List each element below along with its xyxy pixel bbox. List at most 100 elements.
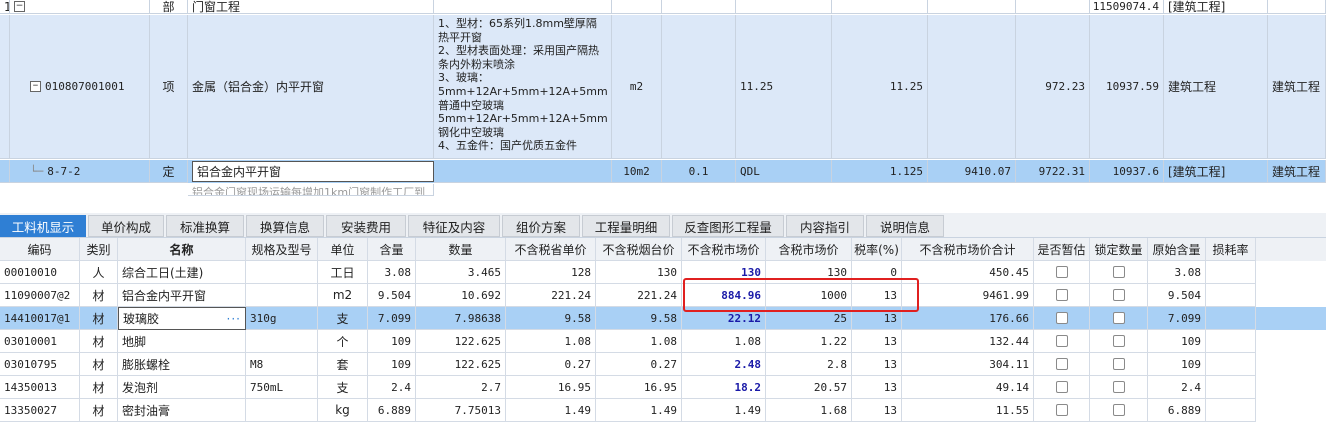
bill-row-partial[interactable]: 铝合金门窗现场运输每增加1km门窗制作工厂到: [0, 184, 1326, 196]
cell-mkt-price[interactable]: 1.49: [682, 399, 766, 422]
cell-qty[interactable]: 7.75013: [416, 399, 506, 422]
ellipsis-icon[interactable]: ···: [227, 312, 241, 326]
cell-content[interactable]: 9.504: [368, 284, 416, 307]
cell-content[interactable]: 109: [368, 353, 416, 376]
bill-row-section[interactable]: 1 − 部 门窗工程 11509074.4 [建筑工程]: [0, 0, 1326, 14]
cell-rate[interactable]: 0: [852, 261, 902, 284]
cell-yt-price[interactable]: 9.58: [596, 307, 682, 330]
tab-quantity-detail[interactable]: 工程量明细: [582, 215, 670, 237]
cell-total[interactable]: 11.55: [902, 399, 1034, 422]
cell-loss[interactable]: [1206, 330, 1256, 353]
cell-yt-price[interactable]: 16.95: [596, 376, 682, 399]
minus-box-icon[interactable]: −: [30, 81, 41, 92]
cell-prov-price[interactable]: 128: [506, 261, 596, 284]
table-row[interactable]: 11090007@2 材 铝合金内平开窗 m2 9.504 10.692 221.24 221…: [0, 284, 1326, 307]
tab-pricing-scheme[interactable]: 组价方案: [502, 215, 580, 237]
cell-type[interactable]: 材: [80, 307, 118, 330]
header-yt-price[interactable]: 不含税烟台价: [596, 238, 682, 261]
cell-mkt-price[interactable]: 884.96: [682, 284, 766, 307]
cell-type[interactable]: 材: [80, 353, 118, 376]
lock-qty-checkbox[interactable]: [1112, 358, 1125, 370]
cell-orig[interactable]: 2.4: [1148, 376, 1206, 399]
header-prov-price[interactable]: 不含税省单价: [506, 238, 596, 261]
cell-type[interactable]: 人: [80, 261, 118, 284]
tab-graphic-quantity-lookup[interactable]: 反查图形工程量: [672, 215, 784, 237]
cell-type[interactable]: 材: [80, 399, 118, 422]
bill-row-quota[interactable]: └─ 8-7-2 定 铝合金内平开窗 10m2 0.1 QDL 1.125 94…: [0, 160, 1326, 183]
cell-prov-price[interactable]: 1.49: [506, 399, 596, 422]
cell-spec[interactable]: [246, 261, 318, 284]
header-lock[interactable]: 锁定数量: [1090, 238, 1148, 261]
header-content[interactable]: 含量: [368, 238, 416, 261]
cell-yt-price[interactable]: 221.24: [596, 284, 682, 307]
header-spec[interactable]: 规格及型号: [246, 238, 318, 261]
cell-code[interactable]: 13350027: [0, 399, 80, 422]
tab-conversion-info[interactable]: 换算信息: [246, 215, 324, 237]
cell-unit[interactable]: 套: [318, 353, 368, 376]
cell-orig[interactable]: 3.08: [1148, 261, 1206, 284]
cell-mkt-price[interactable]: 22.12: [682, 307, 766, 330]
cell-code[interactable]: 00010010: [0, 261, 80, 284]
cell-total[interactable]: 450.45: [902, 261, 1034, 284]
cell-rate[interactable]: 13: [852, 353, 902, 376]
cell-tax-price[interactable]: 2.8: [766, 353, 852, 376]
cell-orig[interactable]: 109: [1148, 353, 1206, 376]
cell-orig[interactable]: 109: [1148, 330, 1206, 353]
cell-name[interactable]: 玻璃胶 ···: [118, 307, 246, 330]
lock-qty-checkbox[interactable]: [1112, 381, 1125, 393]
cell-loss[interactable]: [1206, 284, 1256, 307]
cell-prov-price[interactable]: 221.24: [506, 284, 596, 307]
tab-description-info[interactable]: 说明信息: [866, 215, 944, 237]
cell-code[interactable]: 03010001: [0, 330, 80, 353]
table-row[interactable]: 14350013 材 发泡剂 750mL 支 2.4 2.7 16.95 16.95 18.2 20…: [0, 376, 1326, 399]
cell-type[interactable]: 材: [80, 330, 118, 353]
cell-mkt-price[interactable]: 2.48: [682, 353, 766, 376]
cell-tax-price[interactable]: 1.68: [766, 399, 852, 422]
lock-qty-checkbox[interactable]: [1112, 335, 1125, 347]
cell-spec[interactable]: 750mL: [246, 376, 318, 399]
table-row[interactable]: 03010795 材 膨胀螺栓 M8 套 109 122.625 0.27 0.27 2.48 2.…: [0, 353, 1326, 376]
cell-unit[interactable]: 支: [318, 307, 368, 330]
cell-spec[interactable]: [246, 330, 318, 353]
cell-qty[interactable]: 122.625: [416, 353, 506, 376]
cell-qty[interactable]: 7.98638: [416, 307, 506, 330]
cell-tax-price[interactable]: 20.57: [766, 376, 852, 399]
cell-prov-price[interactable]: 0.27: [506, 353, 596, 376]
cell-loss[interactable]: [1206, 261, 1256, 284]
table-row[interactable]: 13350027 材 密封油膏 kg 6.889 7.75013 1.49 1.49 1.49 1…: [0, 399, 1326, 422]
provisional-checkbox[interactable]: [1055, 289, 1068, 301]
cell-yt-price[interactable]: 1.08: [596, 330, 682, 353]
quota-name-input[interactable]: 铝合金内平开窗: [192, 161, 434, 182]
cell-unit[interactable]: kg: [318, 399, 368, 422]
cell-yt-price[interactable]: 130: [596, 261, 682, 284]
cell-spec[interactable]: 310g: [246, 307, 318, 330]
lock-qty-checkbox[interactable]: [1112, 289, 1125, 301]
tab-content-guide[interactable]: 内容指引: [786, 215, 864, 237]
cell-content[interactable]: 109: [368, 330, 416, 353]
cell-content[interactable]: 3.08: [368, 261, 416, 284]
tab-standard-conversion[interactable]: 标准换算: [166, 215, 244, 237]
lock-qty-checkbox[interactable]: [1112, 312, 1125, 324]
cell-prov-price[interactable]: 16.95: [506, 376, 596, 399]
cell-loss[interactable]: [1206, 376, 1256, 399]
lock-qty-checkbox[interactable]: [1112, 266, 1125, 278]
cell-qty[interactable]: 2.7: [416, 376, 506, 399]
cell-loss[interactable]: [1206, 399, 1256, 422]
cell-yt-price[interactable]: 1.49: [596, 399, 682, 422]
header-tax-price[interactable]: 含税市场价: [766, 238, 852, 261]
cell-spec[interactable]: M8: [246, 353, 318, 376]
cell-name[interactable]: 铝合金内平开窗: [118, 284, 246, 307]
cell-rate[interactable]: 13: [852, 376, 902, 399]
table-row[interactable]: 00010010 人 综合工日(土建) 工日 3.08 3.465 128 130 130 130…: [0, 261, 1326, 284]
cell-content[interactable]: 7.099: [368, 307, 416, 330]
cell-rate[interactable]: 13: [852, 307, 902, 330]
cell-mkt-price[interactable]: 1.08: [682, 330, 766, 353]
cell-total[interactable]: 176.66: [902, 307, 1034, 330]
cell-tax-price[interactable]: 130: [766, 261, 852, 284]
cell-code[interactable]: 14410017@1: [0, 307, 80, 330]
cell-yt-price[interactable]: 0.27: [596, 353, 682, 376]
provisional-checkbox[interactable]: [1055, 312, 1068, 324]
cell-qty[interactable]: 3.465: [416, 261, 506, 284]
cell-orig[interactable]: 9.504: [1148, 284, 1206, 307]
header-code[interactable]: 编码: [0, 238, 80, 261]
